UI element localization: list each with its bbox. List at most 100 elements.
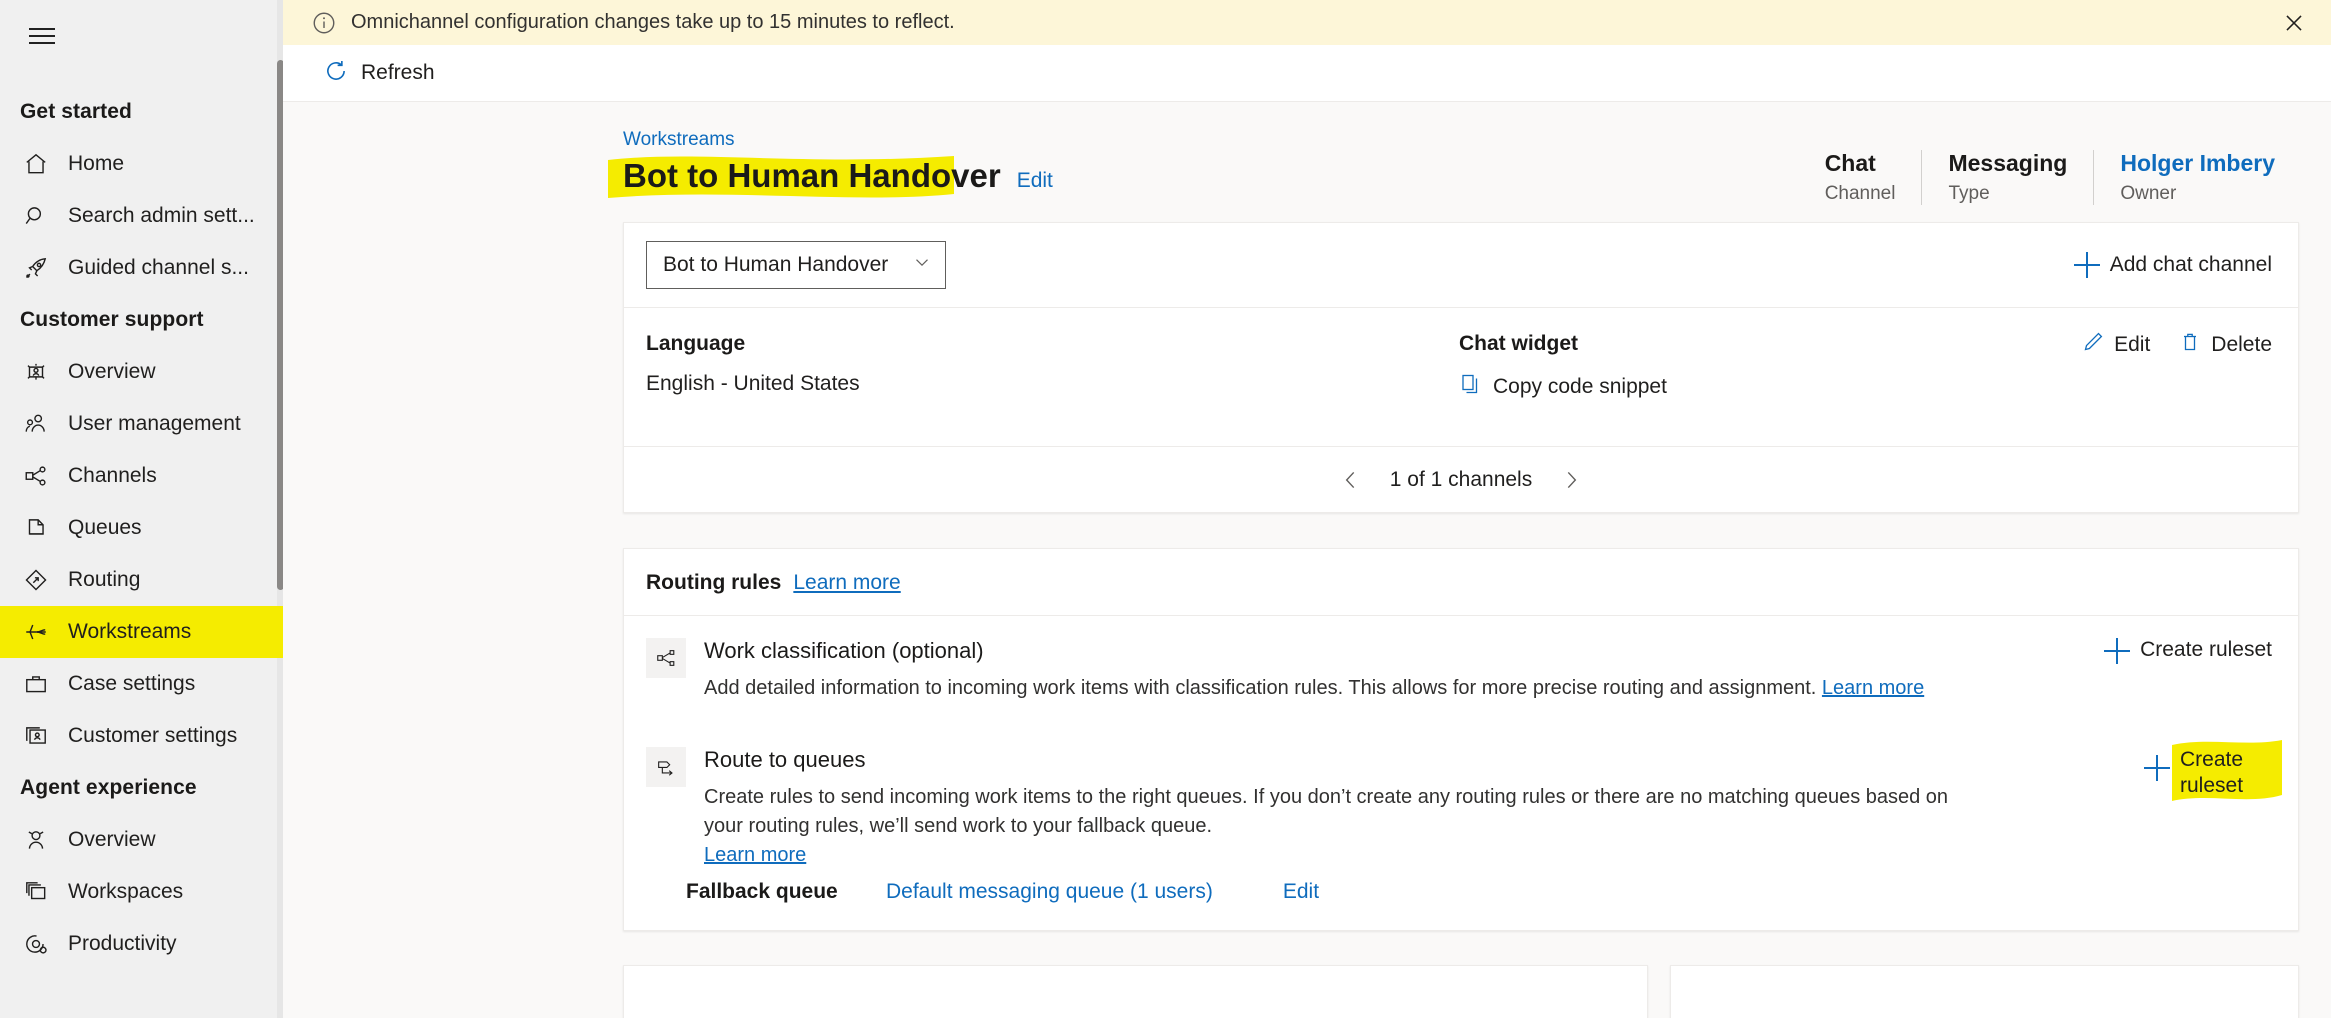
sidebar-item-routing[interactable]: Routing	[0, 554, 283, 606]
copy-code-snippet-label: Copy code snippet	[1493, 375, 1667, 398]
routing-rules-learn-more-link[interactable]: Learn more	[793, 571, 900, 595]
home-icon	[22, 150, 50, 178]
main-content: Omnichannel configuration changes take u…	[283, 0, 2331, 1018]
sidebar: Get started Home Search admin sett... Gu…	[0, 0, 283, 1018]
productivity-icon	[22, 930, 50, 958]
meta-type: Messaging Type	[1921, 150, 2093, 205]
edit-title-link[interactable]: Edit	[1017, 169, 1053, 193]
channel-select[interactable]: Bot to Human Handover	[646, 241, 946, 289]
owner-link[interactable]: Holger Imbery	[2120, 150, 2275, 177]
agent-overview-icon	[22, 826, 50, 854]
route-to-queues-icon	[646, 747, 686, 787]
language-value: English - United States	[646, 372, 860, 395]
chevron-left-icon[interactable]	[1338, 467, 1364, 493]
meta-value: Messaging	[1948, 150, 2068, 176]
sidebar-item-home[interactable]: Home	[0, 138, 283, 190]
rule-route-to-queues: Route to queues Create rules to send inc…	[624, 725, 2298, 880]
work-classification-icon	[646, 638, 686, 678]
sidebar-item-customer-settings[interactable]: Customer settings	[0, 710, 283, 762]
rule-learn-more-link[interactable]: Learn more	[704, 844, 806, 866]
banner-message: Omnichannel configuration changes take u…	[351, 11, 955, 33]
routing-rules-card: Routing rules Learn more Work classifica…	[623, 548, 2299, 931]
sidebar-item-label: Search admin sett...	[68, 204, 255, 227]
language-column: Language English - United States	[646, 332, 1459, 402]
rule-learn-more-link[interactable]: Learn more	[1822, 677, 1924, 699]
chevron-right-icon[interactable]	[1558, 467, 1584, 493]
sidebar-item-guided-channel-setup[interactable]: Guided channel s...	[0, 242, 283, 294]
refresh-button[interactable]: Refresh	[313, 52, 445, 95]
info-icon	[311, 10, 337, 36]
sidebar-item-label: Overview	[68, 360, 156, 383]
sidebar-item-label: Guided channel s...	[68, 256, 249, 279]
header-meta: Chat Channel Messaging Type Holger Imber…	[1799, 150, 2301, 205]
rule-body: Work classification (optional) Add detai…	[704, 638, 2272, 703]
plus-icon	[2104, 638, 2131, 664]
sidebar-item-overview[interactable]: Overview	[0, 346, 283, 398]
refresh-icon	[323, 58, 349, 89]
delete-channel-label: Delete	[2211, 333, 2272, 356]
close-icon[interactable]	[2279, 8, 2309, 38]
pencil-icon	[2081, 330, 2105, 360]
app-root: Get started Home Search admin sett... Gu…	[0, 0, 2331, 1018]
fallback-queue-edit-link[interactable]: Edit	[1283, 880, 1319, 904]
rule-description-text: Create rules to send incoming work items…	[704, 786, 1949, 837]
fallback-queue-row: Fallback queue Default messaging queue (…	[624, 880, 2298, 930]
sidebar-item-label: Workstreams	[68, 620, 192, 643]
pager-text: 1 of 1 channels	[1389, 467, 1533, 491]
bottom-card-left	[623, 965, 1649, 1018]
workstreams-icon	[22, 618, 50, 646]
rule-body: Route to queues Create rules to send inc…	[704, 747, 2272, 870]
sidebar-item-label: Customer settings	[68, 724, 238, 747]
edit-channel-button[interactable]: Edit	[2081, 330, 2150, 360]
sidebar-item-workspaces[interactable]: Workspaces	[0, 866, 283, 918]
rule-description: Add detailed information to incoming wor…	[704, 674, 1952, 703]
routing-rules-header: Routing rules Learn more	[624, 549, 2298, 615]
sidebar-item-agent-overview[interactable]: Overview	[0, 814, 283, 866]
channel-card-toolbar: Bot to Human Handover Add chat channel	[624, 223, 2298, 307]
add-chat-channel-label: Add chat channel	[2109, 253, 2272, 276]
channels-icon	[22, 462, 50, 490]
queues-icon	[22, 514, 50, 542]
delete-channel-button[interactable]: Delete	[2178, 330, 2272, 360]
sidebar-item-workstreams[interactable]: Workstreams	[0, 606, 283, 658]
overview-icon	[22, 358, 50, 386]
page-title: Bot to Human Handover	[623, 156, 1001, 194]
routing-icon	[22, 566, 50, 594]
workspaces-icon	[22, 878, 50, 906]
sidebar-item-productivity[interactable]: Productivity	[0, 918, 283, 970]
rule-title: Work classification (optional)	[704, 638, 984, 663]
sidebar-item-label: Productivity	[68, 932, 177, 955]
copy-code-snippet-button[interactable]: Copy code snippet	[1459, 372, 2272, 402]
sidebar-item-search-admin-settings[interactable]: Search admin sett...	[0, 190, 283, 242]
sidebar-group-title-get-started: Get started	[20, 100, 132, 123]
sidebar-item-channels[interactable]: Channels	[0, 450, 283, 502]
channel-card: Bot to Human Handover Add chat channel L…	[623, 222, 2299, 513]
channel-pager: 1 of 1 channels	[624, 446, 2298, 512]
sidebar-item-label: Routing	[68, 568, 141, 591]
channel-row: Language English - United States Chat wi…	[624, 308, 2298, 446]
bottom-card-right	[1670, 965, 2299, 1018]
sidebar-item-label: Home	[68, 152, 125, 175]
copy-icon	[1459, 372, 1483, 402]
edit-channel-label: Edit	[2114, 333, 2151, 356]
channel-select-value: Bot to Human Handover	[663, 253, 889, 276]
sidebar-group-title-customer-support: Customer support	[20, 308, 204, 331]
breadcrumb[interactable]: Workstreams	[623, 129, 1053, 151]
sidebar-item-label: Case settings	[68, 672, 196, 695]
create-ruleset-button-queues[interactable]: Create ruleset	[2144, 740, 2282, 801]
chevron-down-icon	[911, 251, 933, 279]
hamburger-bar	[29, 42, 55, 44]
rule-description-text: Add detailed information to incoming wor…	[704, 677, 1817, 699]
plus-icon	[2144, 755, 2170, 781]
fallback-queue-value-link[interactable]: Default messaging queue (1 users)	[886, 880, 1213, 904]
hamburger-icon[interactable]	[12, 10, 72, 62]
add-chat-channel-button[interactable]: Add chat channel	[2073, 252, 2272, 278]
meta-key: Channel	[1824, 183, 1896, 204]
sidebar-item-queues[interactable]: Queues	[0, 502, 283, 554]
sidebar-item-case-settings[interactable]: Case settings	[0, 658, 283, 710]
sidebar-item-user-management[interactable]: User management	[0, 398, 283, 450]
rocket-icon	[22, 254, 50, 282]
create-ruleset-button-classification[interactable]: Create ruleset	[2104, 638, 2272, 664]
language-title: Language	[646, 332, 746, 355]
people-icon	[22, 410, 50, 438]
